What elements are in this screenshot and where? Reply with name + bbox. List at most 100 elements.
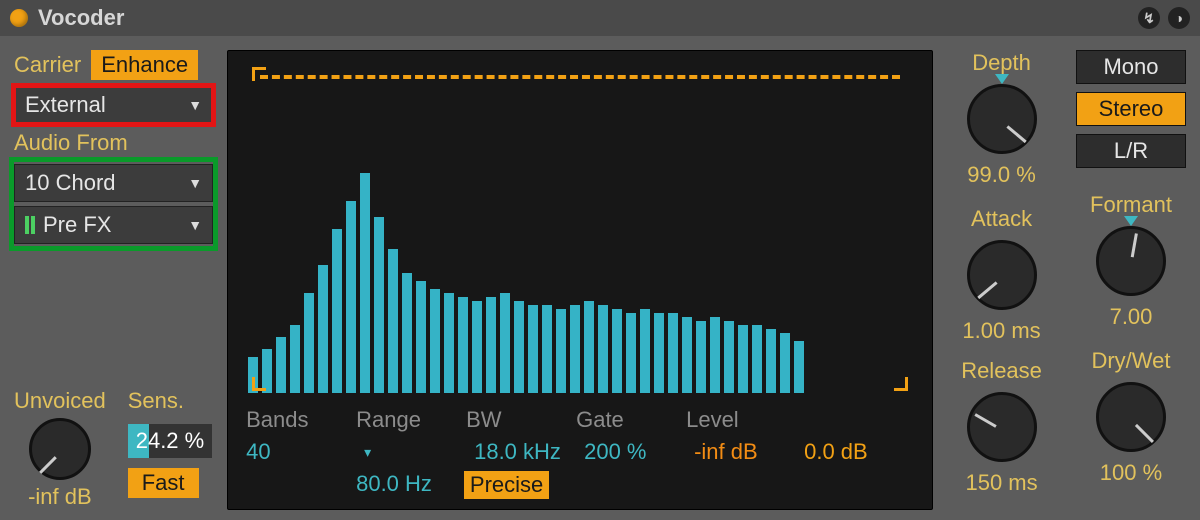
audio-from-point-dropdown[interactable]: Pre FX ▼ <box>14 206 213 244</box>
audio-from-group: 10 Chord ▼ Pre FX ▼ <box>14 162 213 246</box>
chevron-down-icon: ▼ <box>188 175 202 191</box>
spectrum-bar <box>318 265 328 393</box>
fast-button[interactable]: Fast <box>128 468 199 498</box>
signal-indicator-icon <box>25 216 35 234</box>
spectrum-bar <box>682 317 692 393</box>
spectrum-bar <box>332 229 342 393</box>
spectrum-bar <box>276 337 286 393</box>
spectrum-bar <box>612 309 622 393</box>
spectrum-bar <box>556 309 566 393</box>
device-power-button[interactable] <box>10 9 28 27</box>
spectrum-bar <box>794 341 804 393</box>
attack-knob[interactable] <box>967 240 1037 310</box>
drywet-knob[interactable] <box>1096 382 1166 452</box>
spectrum-bar <box>486 297 496 393</box>
spectrum-bar <box>668 313 678 393</box>
spectrum-bar <box>528 305 538 393</box>
bands-value[interactable]: 40 <box>246 439 356 465</box>
spectrum-bar <box>724 321 734 393</box>
level-header: Level <box>686 407 796 433</box>
swap-icon[interactable]: ↯ <box>1138 7 1160 29</box>
save-preset-icon[interactable]: ◑ <box>1168 7 1190 29</box>
display-footer: Bands Range BW Gate Level 40 ▾ 18.0 kHz … <box>246 393 914 499</box>
spectrum-bar <box>444 293 454 393</box>
spectrum-bar <box>780 333 790 393</box>
spectrum-bar <box>430 289 440 393</box>
spectrum-bar <box>766 329 776 393</box>
spectrum-bar <box>514 301 524 393</box>
audio-from-point-value: Pre FX <box>43 212 111 238</box>
range-header: Range <box>356 407 466 433</box>
device-body: Carrier Enhance External ▼ Audio From 10… <box>0 36 1200 520</box>
release-label: Release <box>961 358 1042 384</box>
bands-dropdown-icon[interactable]: ▾ <box>364 444 474 461</box>
device-title: Vocoder <box>38 5 124 31</box>
spectrum-bar <box>346 201 356 393</box>
unvoiced-label: Unvoiced <box>14 388 106 414</box>
audio-from-label: Audio From <box>14 130 128 156</box>
spectrum-bar <box>402 273 412 393</box>
spectrum-bar <box>290 325 300 393</box>
audio-from-track-dropdown[interactable]: 10 Chord ▼ <box>14 164 213 202</box>
gate-header: Gate <box>576 407 686 433</box>
spectrum-bar <box>570 305 580 393</box>
release-knob[interactable] <box>967 392 1037 462</box>
chevron-down-icon: ▼ <box>188 217 202 233</box>
chevron-down-icon: ▼ <box>188 97 202 113</box>
gate-value[interactable]: -inf dB <box>694 439 804 465</box>
spectrum-bar <box>360 173 370 393</box>
spectrum-bar <box>304 293 314 393</box>
spectrum-bar <box>416 281 426 393</box>
unvoiced-knob[interactable] <box>29 418 91 480</box>
range-bracket-icon <box>894 377 908 391</box>
carrier-source-value: External <box>25 92 106 118</box>
knob-pointer-icon <box>1124 216 1138 226</box>
enhance-button[interactable]: Enhance <box>91 50 198 80</box>
bw-value[interactable]: 200 % <box>584 439 694 465</box>
precise-button[interactable]: Precise <box>464 471 549 499</box>
depth-value: 99.0 % <box>967 162 1036 188</box>
audio-from-track-value: 10 Chord <box>25 170 116 196</box>
vocoder-device: Vocoder ↯ ◑ Carrier Enhance External ▼ A… <box>0 0 1200 520</box>
carrier-source-dropdown[interactable]: External ▼ <box>14 86 213 124</box>
stereo-button[interactable]: Stereo <box>1076 92 1186 126</box>
level-value[interactable]: 0.0 dB <box>804 439 914 465</box>
mono-button[interactable]: Mono <box>1076 50 1186 84</box>
spectrum-bar <box>738 325 748 393</box>
formant-value: 7.00 <box>1110 304 1153 330</box>
drywet-value: 100 % <box>1100 460 1162 486</box>
right-section: Depth 99.0 % Attack 1.00 ms Release 150 … <box>947 50 1186 510</box>
range-hi-value[interactable]: 18.0 kHz <box>474 439 584 465</box>
drywet-label: Dry/Wet <box>1091 348 1170 374</box>
formant-label: Formant <box>1090 192 1172 218</box>
spectrum-bar <box>640 309 650 393</box>
spectrum-bar <box>472 301 482 393</box>
spectrum-bar <box>542 305 552 393</box>
depth-knob[interactable] <box>967 84 1037 154</box>
attack-label: Attack <box>971 206 1032 232</box>
depth-label: Depth <box>972 50 1031 76</box>
sens-value[interactable]: 24.2 % <box>128 424 213 458</box>
spectrum-area[interactable] <box>246 65 914 393</box>
bw-header: BW <box>466 407 576 433</box>
release-value: 150 ms <box>965 470 1037 496</box>
threshold-line[interactable] <box>260 75 900 79</box>
spectrum-bar <box>626 313 636 393</box>
carrier-section: Carrier Enhance External ▼ Audio From 10… <box>14 50 213 510</box>
spectrum-bar <box>598 305 608 393</box>
carrier-label: Carrier <box>14 52 81 78</box>
spectrum-display: Bands Range BW Gate Level 40 ▾ 18.0 kHz … <box>227 50 933 510</box>
spectrum-bar <box>500 293 510 393</box>
sens-label: Sens. <box>128 388 184 414</box>
lr-button[interactable]: L/R <box>1076 134 1186 168</box>
formant-knob[interactable] <box>1096 226 1166 296</box>
spectrum-bar <box>654 313 664 393</box>
spectrum-bar <box>752 325 762 393</box>
spectrum-bar <box>584 301 594 393</box>
knob-pointer-icon <box>995 74 1009 84</box>
titlebar: Vocoder ↯ ◑ <box>0 0 1200 36</box>
spectrum-bar <box>388 249 398 393</box>
bands-header: Bands <box>246 407 356 433</box>
range-lo-value[interactable]: 80.0 Hz <box>356 471 432 499</box>
unvoiced-value: -inf dB <box>28 484 92 510</box>
